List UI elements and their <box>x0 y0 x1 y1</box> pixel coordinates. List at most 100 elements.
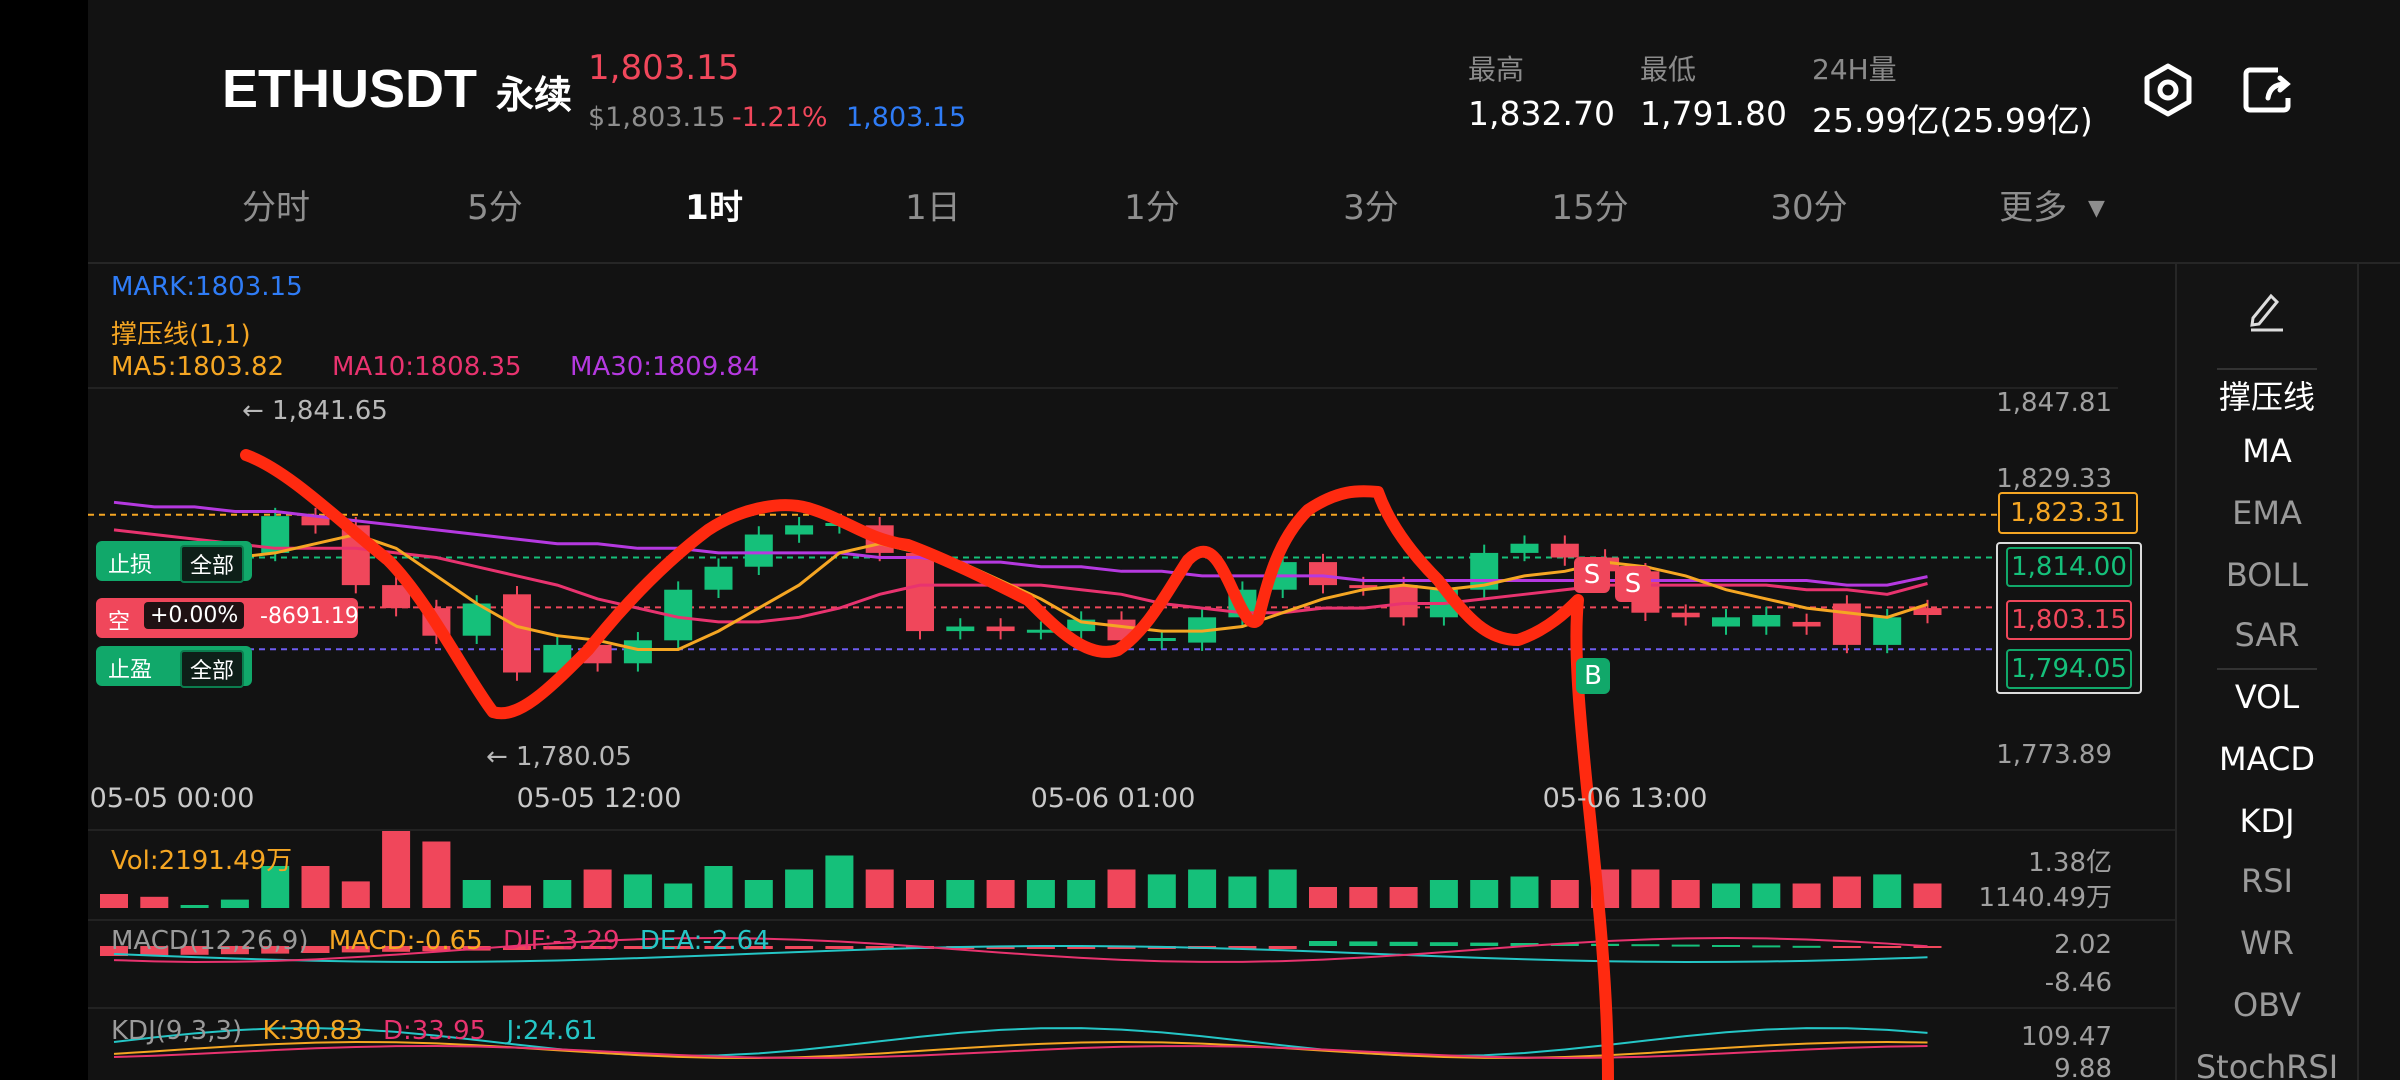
volume-bar <box>1026 880 1055 908</box>
candle-body <box>1026 629 1055 633</box>
sell-marker[interactable]: S <box>1574 557 1610 593</box>
candle-body <box>785 525 814 535</box>
indicator-macd[interactable]: MACD <box>2177 740 2357 778</box>
volume-bar <box>1752 883 1781 908</box>
candle-body <box>1389 585 1418 618</box>
macd-legend: MACD(12,26,9) MACD:-0.65 DIF:-3.29 DEA:-… <box>111 926 770 956</box>
stop-loss-tag: 1,814.00 <box>2006 547 2132 587</box>
macd-bar <box>1752 945 1781 948</box>
volume-bar <box>664 883 693 908</box>
macd-value: MACD:-0.65 <box>328 926 483 956</box>
volume-bar <box>865 869 894 908</box>
macd-bar <box>1671 944 1700 947</box>
candle-body <box>1752 615 1781 627</box>
candle-body <box>623 640 652 664</box>
indicator-sidebar: 撑压线 MA EMA BOLL SAR VOL MACD KDJ RSI WR … <box>2175 264 2359 1080</box>
indicator-vol[interactable]: VOL <box>2177 678 2357 716</box>
indicator-kdj[interactable]: KDJ <box>2177 802 2357 840</box>
axis-top: 1,847.81 <box>1996 388 2112 418</box>
volume-bar <box>341 881 370 908</box>
candle-body <box>1873 617 1902 645</box>
position-pnl: -8691.19 <box>260 604 359 629</box>
macd-bar <box>1792 945 1821 948</box>
candle-body <box>1792 621 1821 627</box>
indicator-ema[interactable]: EMA <box>2177 494 2357 532</box>
volume-bar <box>1792 883 1821 908</box>
take-profit-pill[interactable]: 止盈 全部 <box>96 646 252 688</box>
candle-body <box>1913 608 1942 616</box>
volume-bar <box>462 880 491 908</box>
volume-bar <box>1671 880 1700 908</box>
axis-second: 1,829.33 <box>1996 464 2112 494</box>
indicator-stochrsi[interactable]: StochRSI <box>2177 1048 2357 1080</box>
stop-loss-label: 止损 <box>108 553 153 578</box>
volume-bar <box>1429 880 1458 908</box>
indicator-boll[interactable]: BOLL <box>2177 556 2357 594</box>
resistance-tag: 1,823.31 <box>1998 492 2138 534</box>
macd-bar <box>1429 942 1458 946</box>
share-icon[interactable] <box>2238 60 2298 120</box>
indicator-sar[interactable]: SAR <box>2177 616 2357 654</box>
position-leverage: +0.00% <box>144 602 245 629</box>
divider <box>2217 668 2317 670</box>
macd-bar <box>1268 946 1297 949</box>
candle-body <box>1671 612 1700 618</box>
candlestick-chart[interactable] <box>88 0 2175 1080</box>
macd-bar <box>1873 946 1902 948</box>
volume-bar <box>704 866 733 908</box>
kdj-axis-bottom: 9.88 <box>2054 1054 2112 1080</box>
volume-bar <box>1873 874 1902 908</box>
volume-bar <box>1712 883 1740 908</box>
volume-bar <box>1107 869 1136 908</box>
kdj-legend: KDJ(9,3,3) K:30.83 D:33.95 J:24.61 <box>111 1016 597 1046</box>
sell-marker[interactable]: S <box>1615 566 1651 602</box>
volume-bar <box>1228 876 1257 908</box>
take-profit-value: 全部 <box>180 650 245 688</box>
macd-bar <box>1832 946 1861 948</box>
indicator-rsi[interactable]: RSI <box>2177 862 2357 900</box>
candle-body <box>906 552 934 632</box>
volume-bar <box>1268 869 1297 908</box>
volume-axis-bottom: 1140.49万 <box>1978 883 2112 913</box>
dif-value: DIF:-3.29 <box>502 926 620 956</box>
volume-bar <box>986 880 1015 908</box>
indicator-support[interactable]: 撑压线 <box>2177 372 2357 418</box>
kdj-axis-top: 109.47 <box>2021 1022 2112 1052</box>
divider <box>2217 368 2317 370</box>
volume-bar <box>382 831 411 908</box>
low-annotation: ← 1,780.05 <box>486 742 632 772</box>
volume-bar <box>785 869 814 908</box>
time-label: 05-06 01:00 <box>1030 783 1196 814</box>
volume-bar <box>1913 883 1942 908</box>
candle-body <box>704 566 733 590</box>
macd-bar <box>825 946 854 949</box>
volume-bar <box>543 880 572 908</box>
macd-bar <box>1309 941 1337 946</box>
candle-body <box>1309 562 1337 586</box>
macd-axis-top: 2.02 <box>2054 930 2112 960</box>
volume-bar <box>1188 869 1217 908</box>
candle-body <box>503 594 531 673</box>
indicator-ma[interactable]: MA <box>2177 432 2357 470</box>
volume-bar <box>946 880 975 908</box>
volume-bar <box>1510 876 1539 908</box>
time-label: 05-05 00:00 <box>89 783 255 814</box>
volume-bar <box>1832 876 1861 908</box>
kdj-title: KDJ(9,3,3) <box>111 1016 243 1046</box>
macd-bar <box>1389 941 1418 946</box>
volume-bar <box>1550 880 1579 908</box>
stop-loss-pill[interactable]: 止损 全部 <box>96 541 252 583</box>
hand-drawn-stroke <box>240 449 1614 1080</box>
indicator-wr[interactable]: WR <box>2177 924 2357 962</box>
k-value: K:30.83 <box>262 1016 363 1046</box>
macd-bar <box>1470 942 1499 946</box>
position-pill[interactable]: 空 +0.00% -8691.19 <box>96 598 359 638</box>
indicator-obv[interactable]: OBV <box>2177 986 2357 1024</box>
pencil-icon[interactable] <box>2241 284 2291 334</box>
time-label: 05-05 12:00 <box>516 783 682 814</box>
volume-bar <box>583 869 612 908</box>
buy-marker[interactable]: B <box>1576 658 1610 694</box>
volume-bar <box>503 885 531 908</box>
dea-value: DEA:-2.64 <box>639 926 770 956</box>
volume-bar <box>301 866 330 908</box>
